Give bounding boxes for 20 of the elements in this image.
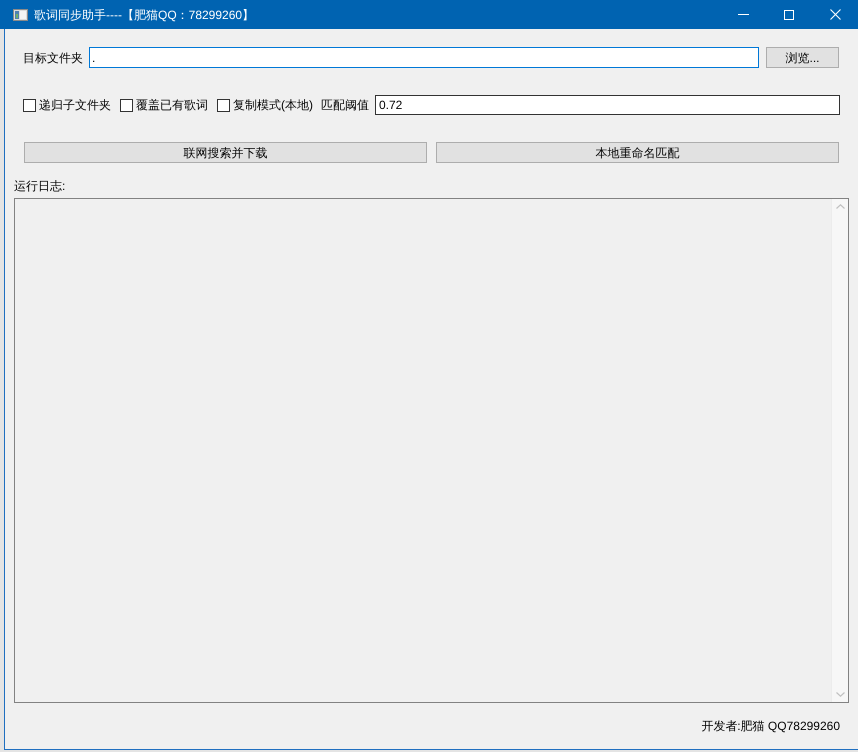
browse-button[interactable]: 浏览... <box>766 47 839 68</box>
checkbox[interactable] <box>120 98 133 112</box>
threshold-label: 匹配阈值 <box>321 97 369 114</box>
folder-label: 目标文件夹 <box>23 50 83 66</box>
action-button[interactable]: 联网搜索并下载 <box>24 142 427 163</box>
checkbox-label: 递归子文件夹 <box>39 97 111 114</box>
window-title: 歌词同步助手----【肥猫QQ：78299260】 <box>34 6 254 24</box>
folder-input[interactable]: . <box>89 47 759 68</box>
log-label: 运行日志: <box>14 179 66 194</box>
maximize-icon <box>784 10 794 20</box>
action-button[interactable]: 本地重命名匹配 <box>436 142 839 163</box>
developer-credit: 开发者:肥猫 QQ78299260 <box>701 719 840 733</box>
minimize-icon <box>738 14 748 15</box>
checkbox[interactable] <box>23 98 36 112</box>
app-icon <box>13 8 28 20</box>
close-icon <box>830 9 840 20</box>
threshold-input[interactable]: 0.72 <box>375 95 840 115</box>
checkbox-label: 覆盖已有歌词 <box>136 97 208 114</box>
checkbox-label: 复制模式(本地) <box>233 97 313 114</box>
checkbox[interactable] <box>217 98 230 112</box>
